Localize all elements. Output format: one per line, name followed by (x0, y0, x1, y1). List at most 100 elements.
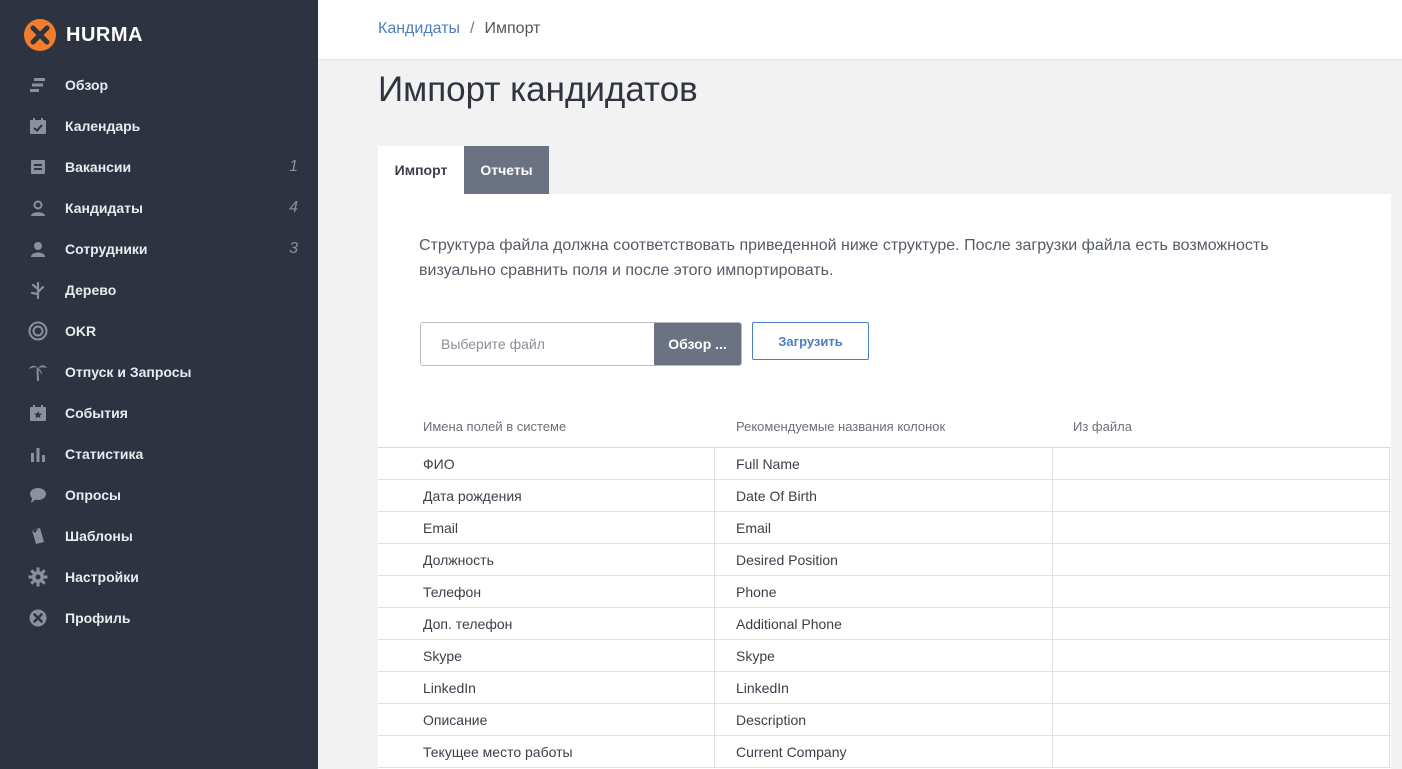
sidebar-item-employees[interactable]: Сотрудники 3 (0, 228, 318, 269)
sidebar-item-label: Дерево (65, 281, 117, 298)
from-file-cell (1053, 480, 1390, 511)
sidebar-item-vacancies[interactable]: Вакансии 1 (0, 146, 318, 187)
sidebar: HURMA Обзор Календарь Вакансии 1 Кандида… (0, 0, 318, 769)
recommended-name-cell: Full Name (715, 448, 1053, 479)
file-input[interactable] (421, 323, 654, 365)
system-field-cell: Должность (378, 544, 715, 575)
sidebar-item-label: Обзор (65, 76, 109, 93)
table-row: ФИО Full Name (378, 448, 1391, 480)
profile-icon (28, 608, 48, 628)
import-description: Структура файла должна соответствовать п… (419, 237, 1269, 279)
table-row: Дата рождения Date Of Birth (378, 480, 1391, 512)
sidebar-item-label: Статистика (65, 445, 144, 462)
from-file-cell (1053, 512, 1390, 543)
recommended-name-cell: LinkedIn (715, 672, 1053, 703)
breadcrumb-current: Импорт (484, 20, 541, 37)
sidebar-item-candidates[interactable]: Кандидаты 4 (0, 187, 318, 228)
table-row: Skype Skype (378, 640, 1391, 672)
statistics-icon (28, 444, 48, 464)
from-file-cell (1053, 448, 1390, 479)
from-file-cell (1053, 608, 1390, 639)
recommended-name-cell: Current Company (715, 736, 1053, 767)
app-name: HURMA (66, 23, 143, 46)
events-icon (28, 403, 48, 423)
sidebar-item-templates[interactable]: Шаблоны (0, 515, 318, 556)
gear-icon (28, 567, 48, 587)
sidebar-item-badge: 4 (289, 198, 298, 216)
system-field-cell: Текущее место работы (378, 736, 715, 767)
breadcrumb-candidates-link[interactable]: Кандидаты (378, 20, 460, 38)
sidebar-item-overview[interactable]: Обзор (0, 64, 318, 105)
tab-import[interactable]: Импорт (378, 146, 464, 194)
sidebar-item-surveys[interactable]: Опросы (0, 474, 318, 515)
table-row: Описание Description (378, 704, 1391, 736)
sidebar-nav: Обзор Календарь Вакансии 1 Кандидаты 4 С… (0, 64, 318, 638)
sidebar-item-badge: 1 (289, 157, 298, 175)
breadcrumb: Кандидаты / Импорт (378, 20, 540, 38)
sidebar-item-vacation[interactable]: Отпуск и Запросы (0, 351, 318, 392)
table-row: Телефон Phone (378, 576, 1391, 608)
column-header-from-file: Из файла (1073, 419, 1132, 434)
table-row: Текущее место работы Current Company (378, 736, 1391, 768)
recommended-name-cell: Desired Position (715, 544, 1053, 575)
system-field-cell: Доп. телефон (378, 608, 715, 639)
sidebar-item-profile[interactable]: Профиль (0, 597, 318, 638)
sidebar-item-label: Сотрудники (65, 240, 148, 257)
file-picker: Обзор ... (420, 322, 742, 366)
sidebar-item-label: Опросы (65, 486, 122, 503)
from-file-cell (1053, 544, 1390, 575)
hurma-logo-icon (24, 19, 56, 51)
tree-icon (28, 280, 48, 300)
from-file-cell (1053, 640, 1390, 671)
recommended-name-cell: Email (715, 512, 1053, 543)
sidebar-item-settings[interactable]: Настройки (0, 556, 318, 597)
sidebar-item-label: Отпуск и Запросы (65, 363, 192, 380)
column-header-recommended-names: Рекомендуемые названия колонок (736, 419, 946, 434)
chat-bubble-icon (28, 485, 48, 505)
target-icon (28, 321, 48, 341)
import-panel: Структура файла должна соответствовать п… (378, 194, 1391, 769)
system-field-cell: Телефон (378, 576, 715, 607)
sidebar-item-label: Настройки (65, 568, 139, 585)
sidebar-item-label: Календарь (65, 117, 141, 134)
recommended-name-cell: Description (715, 704, 1053, 735)
upload-button[interactable]: Загрузить (752, 322, 869, 360)
calendar-icon (28, 116, 48, 136)
candidates-icon (28, 198, 48, 218)
recommended-name-cell: Additional Phone (715, 608, 1053, 639)
sidebar-item-label: Профиль (65, 609, 131, 626)
system-field-cell: Email (378, 512, 715, 543)
system-field-cell: ФИО (378, 448, 715, 479)
sidebar-item-statistics[interactable]: Статистика (0, 433, 318, 474)
from-file-cell (1053, 672, 1390, 703)
system-field-cell: LinkedIn (378, 672, 715, 703)
employees-icon (28, 239, 48, 259)
sidebar-item-label: Кандидаты (65, 199, 143, 216)
sidebar-item-label: События (65, 404, 128, 421)
sidebar-item-label: Шаблоны (65, 527, 133, 544)
recommended-name-cell: Date Of Birth (715, 480, 1053, 511)
recommended-name-cell: Phone (715, 576, 1053, 607)
sidebar-item-badge: 3 (289, 239, 298, 257)
tabs: Импорт Отчеты (378, 146, 549, 194)
from-file-cell (1053, 576, 1390, 607)
breadcrumb-separator: / (470, 20, 475, 37)
table-row: Email Email (378, 512, 1391, 544)
sidebar-item-tree[interactable]: Дерево (0, 269, 318, 310)
sidebar-item-label: Вакансии (65, 158, 132, 175)
tab-reports[interactable]: Отчеты (464, 146, 549, 194)
system-field-cell: Описание (378, 704, 715, 735)
sidebar-item-events[interactable]: События (0, 392, 318, 433)
table-row: LinkedIn LinkedIn (378, 672, 1391, 704)
sidebar-item-okr[interactable]: OKR (0, 310, 318, 351)
app-logo[interactable]: HURMA (24, 18, 143, 52)
from-file-cell (1053, 736, 1390, 767)
sidebar-item-calendar[interactable]: Календарь (0, 105, 318, 146)
page-title: Импорт кандидатов (378, 70, 698, 109)
fields-table: Имена полей в системе Рекомендуемые назв… (378, 406, 1391, 768)
table-row: Доп. телефон Additional Phone (378, 608, 1391, 640)
browse-button[interactable]: Обзор ... (654, 323, 741, 365)
top-header: Кандидаты / Импорт (318, 0, 1402, 60)
sidebar-item-label: OKR (65, 322, 97, 339)
table-row: Должность Desired Position (378, 544, 1391, 576)
